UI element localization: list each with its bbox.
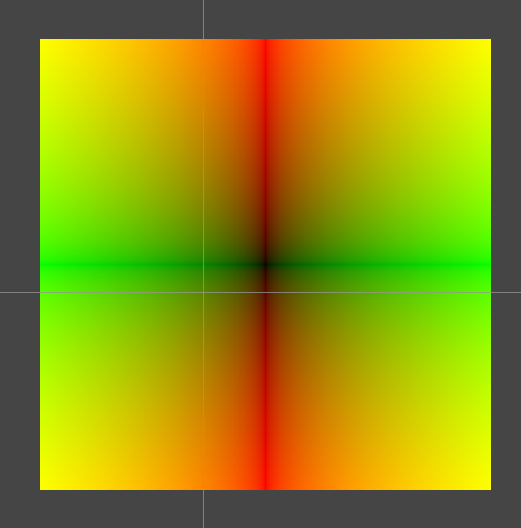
preview-viewport[interactable] bbox=[0, 0, 521, 528]
gradient-preview-canvas[interactable] bbox=[40, 39, 491, 490]
